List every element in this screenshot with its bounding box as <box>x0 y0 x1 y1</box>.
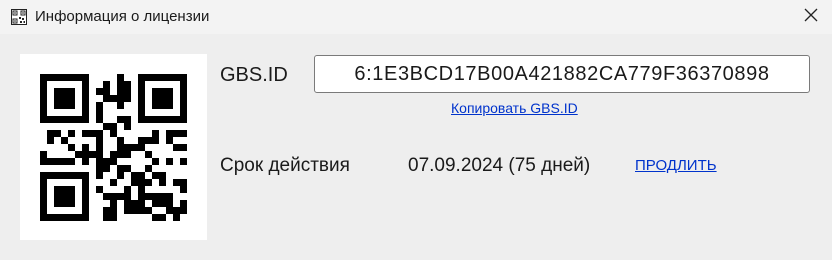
qr-app-icon <box>11 9 27 25</box>
validity-label: Срок действия <box>220 155 350 176</box>
qr-code-icon <box>20 54 207 240</box>
title-bar: Информация о лицензии <box>0 0 832 34</box>
renew-link[interactable]: ПРОДЛИТЬ <box>635 157 717 174</box>
gbs-id-label: GBS.ID <box>220 64 288 86</box>
validity-value: 07.09.2024 (75 дней) <box>408 155 591 176</box>
copy-gbs-id-link[interactable]: Копировать GBS.ID <box>451 100 578 116</box>
gbs-id-value: 6:1E3BCD17B00A421882CA779F36370898 <box>354 62 770 85</box>
close-icon <box>804 8 818 27</box>
license-panel: GBS.ID 6:1E3BCD17B00A421882CA779F3637089… <box>0 34 832 260</box>
window-title: Информация о лицензии <box>35 8 210 25</box>
gbs-id-field[interactable]: 6:1E3BCD17B00A421882CA779F36370898 <box>314 55 810 93</box>
close-button[interactable] <box>794 2 828 32</box>
